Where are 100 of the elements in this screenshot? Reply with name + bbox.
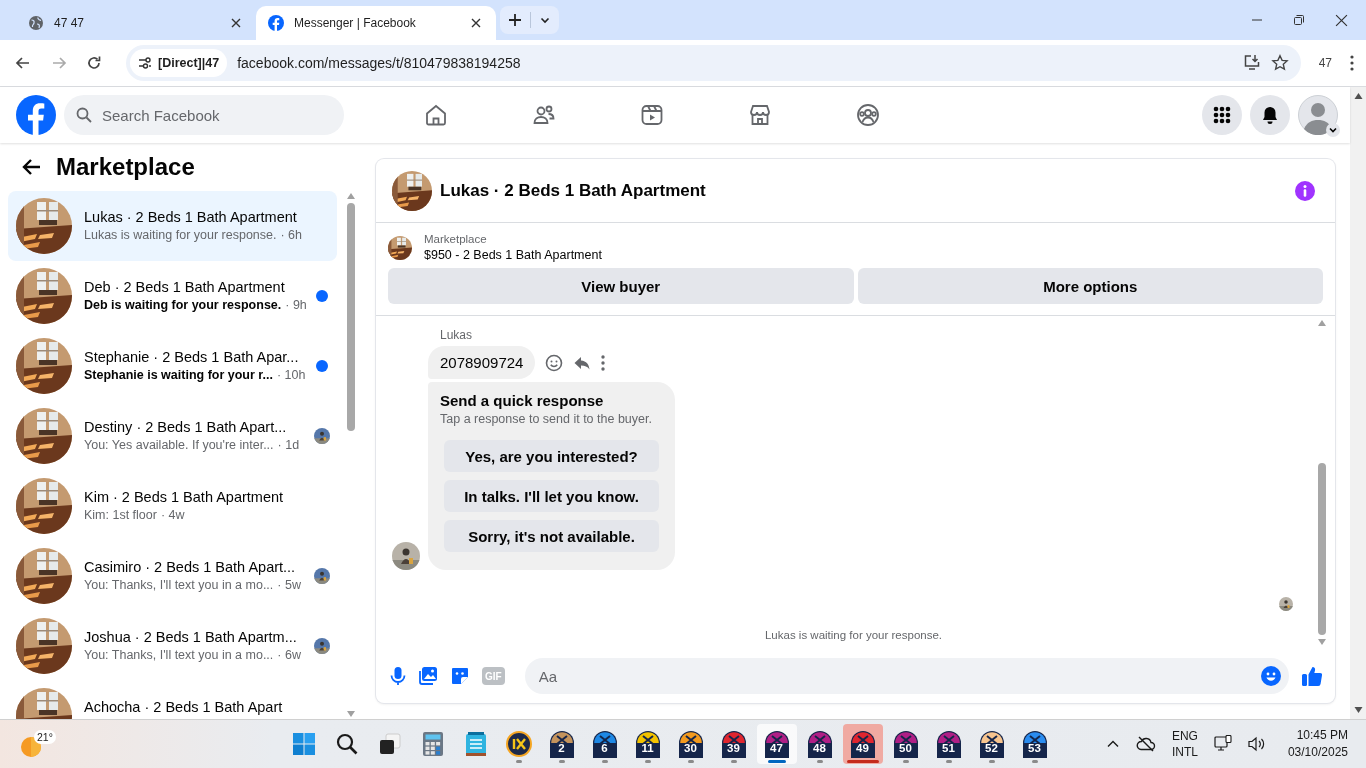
conversation-title: Casimiro · 2 Beds 1 Bath Apart... — [84, 559, 297, 575]
taskbar-app[interactable]: 30 — [670, 724, 711, 764]
search-field[interactable]: Search Facebook — [64, 95, 344, 135]
notifications-button[interactable] — [1250, 95, 1290, 135]
search-input[interactable]: Search Facebook — [100, 105, 300, 125]
globe-icon — [28, 15, 44, 31]
task-view-icon — [378, 733, 401, 755]
quick-reply-button[interactable]: Yes, are you interested? — [444, 440, 659, 472]
account-button[interactable] — [1298, 95, 1338, 135]
site-info-chip[interactable]: [Direct]|47 — [130, 49, 228, 77]
smiley-icon[interactable] — [545, 353, 564, 372]
message-time: · 5w — [277, 578, 301, 592]
plus-icon[interactable] — [508, 13, 522, 27]
conversation-item[interactable]: Destiny · 2 Beds 1 Bath Apart... You: Yes available. If you're inter... · 1d — [8, 401, 337, 471]
address-bar[interactable]: [Direct]|47 facebook.com/messages/t/810479838194258 — [126, 45, 1301, 81]
groups-icon[interactable] — [856, 103, 880, 127]
taskbar-app[interactable]: 6 — [584, 724, 625, 764]
clock[interactable]: 10:45 PM 03/10/2025 — [1287, 727, 1348, 761]
store-icon[interactable] — [748, 103, 772, 127]
microphone-icon[interactable] — [390, 666, 406, 686]
image-icon[interactable] — [418, 666, 438, 686]
card-subtitle: Tap a response to send it to the buyer. — [440, 412, 653, 426]
message-preview: You: Yes available. If you're inter... — [84, 438, 274, 452]
taskbar-app[interactable]: 39 — [713, 724, 754, 764]
home-icon[interactable] — [424, 103, 448, 127]
facebook-logo-icon — [268, 15, 284, 31]
taskbar-app[interactable]: 51 — [928, 724, 969, 764]
action-button[interactable]: More options — [857, 268, 1323, 304]
scroll-down-icon — [347, 711, 355, 717]
action-button[interactable]: View buyer — [388, 268, 854, 304]
back-arrow-icon[interactable] — [22, 157, 42, 177]
cloud-off-icon[interactable] — [1135, 736, 1156, 752]
taskbar-app[interactable]: 47 — [756, 724, 797, 764]
network-icon[interactable] — [1213, 735, 1232, 753]
message-preview: Kim: 1st floor — [84, 508, 157, 522]
scrollbar[interactable] — [345, 191, 357, 719]
people-icon[interactable] — [532, 103, 556, 127]
weather-widget[interactable]: 21° — [20, 726, 60, 762]
close-icon[interactable] — [1335, 13, 1348, 27]
panel-title: Marketplace — [56, 153, 195, 181]
app-logo-icon — [892, 730, 919, 758]
more-menu-icon[interactable] — [1350, 55, 1354, 71]
conversation-item[interactable]: Joshua · 2 Beds 1 Bath Apartm... You: Thanks, I'll text you in a mo... · 6w — [8, 611, 337, 681]
scroll-up-icon — [347, 193, 355, 199]
info-icon[interactable] — [1295, 180, 1315, 201]
chat-title: Lukas · 2 Beds 1 Bath Apartment — [440, 180, 707, 201]
listing-title: $950 - 2 Beds 1 Bath Apartment — [424, 248, 602, 262]
message-preview: Lukas is waiting for your response. — [84, 228, 277, 242]
quick-reply-button[interactable]: Sorry, it's not available. — [444, 520, 659, 552]
conversation-item[interactable]: Kim · 2 Beds 1 Bath Apartment Kim: 1st floor · 4w — [8, 471, 337, 541]
taskbar-app[interactable]: 11 — [627, 724, 668, 764]
taskbar-app[interactable]: 53 — [1014, 724, 1055, 764]
app-logo-icon — [763, 730, 790, 758]
quick-reply-button[interactable]: In talks. I'll let you know. — [444, 480, 659, 512]
conversation-item[interactable]: Stephanie · 2 Beds 1 Bath Apar... Stephanie is waiting for your r... · 10h — [8, 331, 337, 401]
sticker-icon[interactable] — [450, 666, 470, 686]
notepad-icon — [465, 732, 486, 756]
profile-label[interactable]: 47 — [1318, 56, 1332, 70]
reload-icon[interactable] — [86, 55, 102, 71]
restore-icon[interactable] — [1293, 14, 1305, 26]
sender-name: Lukas — [440, 328, 473, 342]
taskbar-app[interactable]: 49 — [842, 724, 883, 764]
taskbar-app[interactable]: 50 — [885, 724, 926, 764]
more-icon[interactable] — [601, 354, 606, 371]
emoji-icon[interactable] — [1261, 666, 1281, 686]
thumbs-up-icon[interactable] — [1301, 665, 1323, 687]
conversation-title: Kim · 2 Beds 1 Bath Apartment — [84, 489, 285, 505]
app-logo-icon — [720, 730, 747, 758]
scroll-down-icon — [1353, 707, 1363, 713]
conversation-item[interactable]: Casimiro · 2 Beds 1 Bath Apart... You: Thanks, I'll text you in a mo... · 5w — [8, 541, 337, 611]
calculator-icon — [422, 732, 443, 756]
taskbar-app[interactable]: 2 — [541, 724, 582, 764]
app-logo-icon — [677, 730, 704, 758]
volume-icon[interactable] — [1247, 736, 1266, 752]
scroll-down-icon — [1318, 639, 1326, 645]
install-app-icon[interactable] — [1242, 54, 1261, 72]
search-icon — [76, 107, 92, 123]
message-preview: You: Thanks, I'll text you in a mo... — [84, 578, 274, 592]
facebook-logo-icon[interactable] — [16, 95, 56, 135]
status-text: Lukas is waiting for your response. — [763, 629, 944, 641]
taskbar-app[interactable]: 52 — [971, 724, 1012, 764]
app-logo-icon — [591, 730, 618, 758]
video-icon[interactable] — [640, 103, 664, 127]
menu-button[interactable] — [1202, 95, 1242, 135]
message-time: · 1d — [277, 438, 300, 452]
app-logo-icon — [505, 731, 532, 757]
message-preview: Stephanie is waiting for your r... — [84, 368, 273, 382]
app-logo-icon — [806, 730, 833, 758]
conversation-title: Destiny · 2 Beds 1 Bath Apart... — [84, 419, 288, 435]
language-indicator[interactable]: ENG INTL — [1171, 728, 1198, 760]
conversation-item[interactable]: Deb · 2 Beds 1 Bath Apartment Deb is waiting for your response. · 9h — [8, 261, 337, 331]
conversation-item[interactable]: Lukas · 2 Beds 1 Bath Apartment Lukas is waiting for your response. · 6h — [8, 191, 337, 261]
taskbar-app[interactable]: 48 — [799, 724, 840, 764]
star-icon[interactable] — [1270, 54, 1289, 72]
browser-tab[interactable]: Messenger | Facebook — [256, 6, 496, 40]
message-input[interactable]: Aa — [536, 666, 1255, 686]
unread-dot — [316, 360, 328, 372]
page-scrollbar[interactable] — [1350, 87, 1366, 719]
message-field[interactable]: Aa — [524, 658, 1289, 694]
browser-tab[interactable]: 47 47 — [16, 6, 256, 40]
